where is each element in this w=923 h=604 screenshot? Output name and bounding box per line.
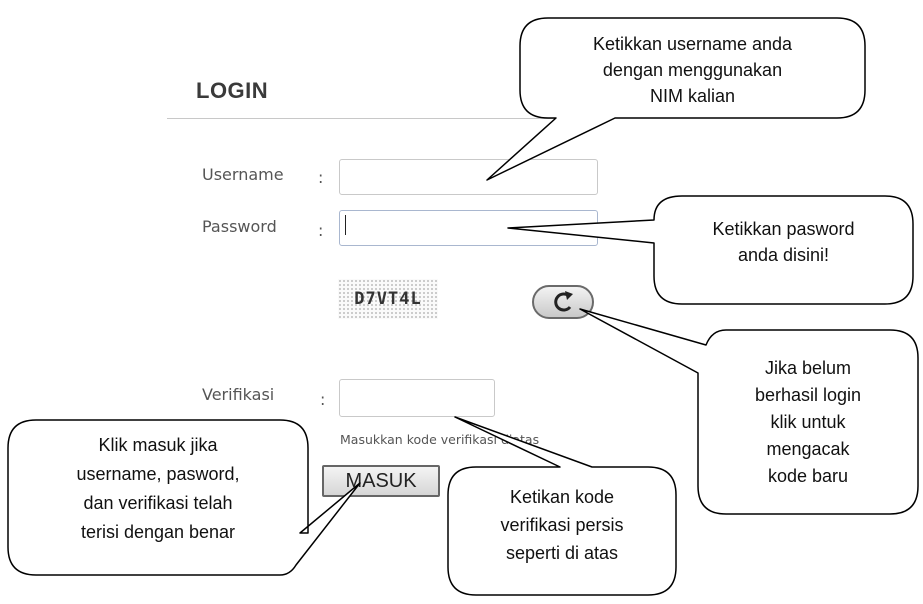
- callout-masuk: Klik masuk jika username, pasword, dan v…: [8, 431, 308, 547]
- callout-password-line: Ketikkan pasword: [712, 219, 855, 239]
- callout-masuk-line: dan verifikasi telah: [83, 493, 233, 513]
- callout-verifikasi-line: seperti di atas: [505, 543, 619, 563]
- callout-refresh-line: klik untuk: [770, 412, 846, 432]
- callout-refresh: Jika belum berhasil login klik untuk men…: [698, 355, 918, 490]
- callout-masuk-line: Klik masuk jika: [98, 435, 218, 455]
- callout-username-line: NIM kalian: [649, 86, 736, 106]
- callout-password-line: anda disini!: [737, 245, 830, 265]
- callout-refresh-line: Jika belum: [764, 358, 852, 378]
- callout-refresh-line: berhasil login: [754, 385, 862, 405]
- callout-masuk-line: username, pasword,: [76, 464, 240, 484]
- callout-refresh-line: mengacak: [766, 439, 850, 459]
- callout-username-line: Ketikkan username anda: [592, 34, 793, 54]
- callout-verifikasi-line: Ketikan kode: [509, 487, 615, 507]
- callout-username-line: dengan menggunakan: [602, 60, 783, 80]
- callout-masuk-line: terisi dengan benar: [80, 522, 236, 542]
- callout-refresh-line: kode baru: [767, 466, 849, 486]
- callout-username: Ketikkan username anda dengan menggunaka…: [520, 31, 865, 109]
- callout-verifikasi: Ketikan kode verifikasi persis seperti d…: [448, 483, 676, 567]
- callout-password: Ketikkan pasword anda disini!: [654, 216, 913, 268]
- callout-verifikasi-line: verifikasi persis: [500, 515, 624, 535]
